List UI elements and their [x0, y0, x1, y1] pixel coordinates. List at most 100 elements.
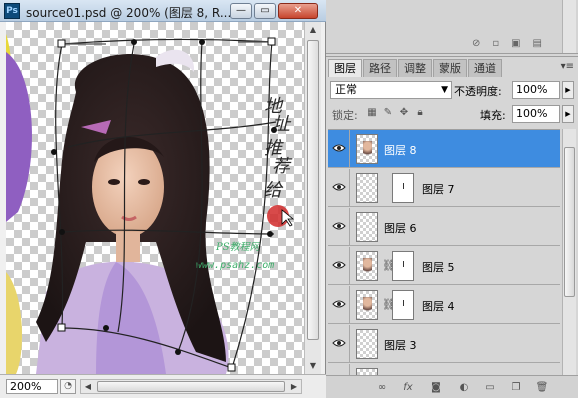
canvas[interactable]: 地 址 推 荐 给 PS教程网 www.psahz.com [6, 22, 304, 374]
horizontal-scroll-thumb[interactable] [97, 381, 285, 392]
layer-name: 图层 6 [384, 222, 417, 235]
minimize-button[interactable]: — [230, 3, 252, 19]
eye-icon [332, 339, 346, 347]
left-eye [108, 179, 120, 185]
layer-row[interactable]: 图层 6 [328, 208, 560, 246]
status-bar: 200% ◔ ◀ ▶ [0, 374, 326, 398]
opacity-slider-icon[interactable]: ▶ [562, 81, 574, 99]
photoshop-workspace: Ps source01.psd @ 200% (图层 8, R... — ▭ ✕ [0, 0, 578, 398]
layers-panel: 图层 路径 调整 蒙版 通道 ▾≡ 正常 ▼ 不透明度: 100% ▶ 锁定: … [326, 56, 578, 398]
layer-thumbnail [356, 290, 378, 320]
watermark-url: www.psahz.com [196, 260, 274, 271]
layer-row[interactable]: 图层 8 [328, 130, 560, 168]
document-title: source01.psd @ 200% (图层 8, R... [26, 6, 232, 20]
watermark-bottom-text: PS教程网 [215, 241, 262, 253]
layer-thumbnail [356, 251, 378, 281]
layer-list-scrollbar[interactable] [562, 129, 576, 379]
layer-thumbnail [356, 329, 378, 359]
layer-row[interactable]: 图层 3 [328, 325, 560, 363]
purple-sleeve [6, 52, 32, 222]
layer-thumbnail [356, 134, 378, 164]
panel-dock: ⊘▫▣▤ 图层 路径 调整 蒙版 通道 ▾≡ 正常 ▼ 不透明度: 100% ▶… [326, 0, 578, 398]
scroll-up-icon[interactable]: ▲ [305, 22, 321, 38]
panel-menu-icon[interactable]: ▾≡ [561, 61, 574, 72]
layers-panel-footer: ∞ fx ◙ ◐ ▭ ❐ 🗑︎ [326, 375, 578, 398]
photoshop-icon: Ps [4, 3, 20, 19]
tab-masks[interactable]: 蒙版 [433, 59, 467, 77]
vertical-scroll-thumb[interactable] [307, 40, 319, 340]
tab-layers[interactable]: 图层 [328, 59, 362, 77]
horizontal-scrollbar[interactable]: ◀ ▶ [80, 379, 302, 394]
layer-name: 图层 7 [422, 183, 455, 196]
lock-label: 锁定: [332, 109, 358, 122]
layer-name: 图层 4 [422, 300, 455, 313]
trash-icon[interactable]: 🗑︎ [534, 381, 550, 395]
layer-list-scroll-thumb[interactable] [564, 147, 575, 297]
visibility-toggle[interactable] [328, 286, 350, 324]
visibility-toggle[interactable] [328, 247, 350, 285]
upper-panel-scrollbar[interactable] [562, 0, 576, 53]
svg-text:荐: 荐 [272, 156, 293, 177]
blend-mode-value: 正常 [335, 83, 357, 96]
fill-slider-icon[interactable]: ▶ [562, 105, 574, 123]
layer-name: 图层 8 [384, 144, 417, 157]
layer-thumbnail [356, 173, 378, 203]
scroll-left-icon[interactable]: ◀ [81, 380, 95, 393]
mask-thumbnail[interactable] [392, 290, 414, 320]
eye-icon [332, 183, 346, 191]
layer-thumbnail [356, 212, 378, 242]
eye-icon [332, 144, 346, 152]
svg-text:给: 给 [264, 180, 284, 201]
fill-field[interactable]: 100% [512, 105, 560, 123]
adjustment-icon[interactable]: ◐ [456, 381, 472, 395]
canvas-artwork: 地 址 推 荐 给 PS教程网 www.psahz.com [6, 34, 295, 374]
close-button[interactable]: ✕ [278, 3, 318, 19]
restore-button[interactable]: ▭ [254, 3, 276, 19]
lock-all-icon[interactable]: 🔒︎ [414, 107, 426, 119]
panel-tabs: 图层 路径 调整 蒙版 通道 [328, 59, 503, 77]
tab-paths[interactable]: 路径 [363, 59, 397, 77]
eye-icon [332, 261, 346, 269]
layer-name: 图层 3 [384, 339, 417, 352]
lock-position-icon[interactable]: ✥ [398, 107, 410, 119]
right-eye [138, 179, 150, 185]
eye-icon [332, 222, 346, 230]
fx-icon[interactable]: fx [400, 381, 416, 395]
chevron-down-icon: ▼ [441, 85, 448, 95]
scroll-down-icon[interactable]: ▼ [305, 358, 321, 374]
layer-row[interactable]: ⛓ 图层 5 [328, 247, 560, 285]
opacity-field[interactable]: 100% [512, 81, 560, 99]
status-info-icon[interactable]: ◔ [60, 379, 76, 394]
layer-name: 图层 5 [422, 261, 455, 274]
document-window: Ps source01.psd @ 200% (图层 8, R... — ▭ ✕ [0, 0, 326, 398]
mask-thumbnail[interactable] [392, 173, 414, 203]
scroll-right-icon[interactable]: ▶ [287, 380, 301, 393]
fill-label: 填充: [480, 109, 506, 122]
add-mask-icon[interactable]: ◙ [428, 381, 444, 395]
new-layer-icon[interactable]: ❐ [508, 381, 524, 395]
visibility-toggle[interactable] [328, 169, 350, 207]
lock-pixels-icon[interactable]: ✎ [382, 107, 394, 119]
yellow-fabric-lower [6, 272, 22, 374]
layer-row[interactable]: 图层 7 [328, 169, 560, 207]
upper-panel: ⊘▫▣▤ [326, 0, 578, 54]
layer-row[interactable]: ⛓ 图层 4 [328, 286, 560, 324]
folder-icon[interactable]: ▭ [482, 381, 498, 395]
layer-list: 图层 8 图层 7 图层 6 ⛓ 图层 5 ⛓ 图层 4 图层 3 [328, 129, 560, 379]
upper-panel-icons[interactable]: ⊘▫▣▤ [472, 38, 554, 49]
vertical-scrollbar[interactable]: ▲ ▼ [304, 22, 321, 374]
visibility-toggle[interactable] [328, 130, 350, 168]
mask-thumbnail[interactable] [392, 251, 414, 281]
visibility-toggle[interactable] [328, 325, 350, 363]
blend-mode-select[interactable]: 正常 ▼ [330, 81, 452, 99]
tab-adjustments[interactable]: 调整 [398, 59, 432, 77]
tab-channels[interactable]: 通道 [468, 59, 502, 77]
eye-icon [332, 300, 346, 308]
neck [116, 232, 140, 262]
link-icon[interactable]: ∞ [374, 381, 390, 395]
lock-transparency-icon[interactable]: ▦ [366, 107, 378, 119]
document-title-bar[interactable]: Ps source01.psd @ 200% (图层 8, R... — ▭ ✕ [0, 0, 326, 22]
opacity-label: 不透明度: [454, 85, 502, 98]
visibility-toggle[interactable] [328, 208, 350, 246]
zoom-level-field[interactable]: 200% [6, 379, 58, 394]
